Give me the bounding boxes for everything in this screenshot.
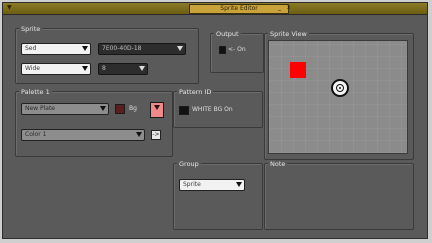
- pattern-swatch[interactable]: [179, 106, 189, 115]
- pattern-value: WHITE BG On: [192, 106, 233, 113]
- palette-select[interactable]: New Plate: [21, 103, 109, 115]
- crosshair-icon[interactable]: [331, 79, 349, 97]
- sprite-group-label: Sprite: [19, 25, 43, 33]
- palette-group: Palette 1: [15, 88, 173, 157]
- chevron-down-icon: [236, 182, 242, 187]
- note-group: Note: [264, 160, 414, 230]
- bg-color-label: Bg: [129, 105, 137, 112]
- output-value: <- On: [228, 46, 246, 53]
- sprite-mode-select[interactable]: Wide: [21, 63, 91, 75]
- sprite-size-select[interactable]: 8: [98, 63, 148, 75]
- color-slot-select[interactable]: Color 1: [21, 129, 145, 141]
- sprite-type-value: Sed: [25, 45, 37, 52]
- sprite-group: Sprite: [15, 25, 199, 84]
- group-group-label: Group: [177, 160, 201, 168]
- sprite-view-label: Sprite View: [268, 30, 309, 38]
- palette-select-value: New Plate: [25, 105, 55, 112]
- window-title: Sprite Editor: [189, 4, 289, 14]
- group-group: Group: [173, 160, 263, 230]
- dark-color-swatch[interactable]: [115, 104, 125, 114]
- pink-color-swatch[interactable]: [150, 102, 164, 118]
- sprite-red-block[interactable]: [290, 62, 306, 78]
- group-select-value: Sprite: [183, 181, 201, 188]
- output-group-label: Output: [214, 30, 241, 38]
- chevron-down-icon: [139, 66, 145, 71]
- chevron-down-icon: [100, 106, 106, 111]
- output-swatch[interactable]: [219, 46, 226, 54]
- chevron-down-icon: [177, 46, 183, 51]
- sprite-id-select[interactable]: 7E00-40D-18: [98, 43, 186, 55]
- close-button[interactable]: x: [287, 4, 291, 12]
- palette-group-label: Palette 1: [19, 88, 52, 96]
- preview-grid: [269, 41, 407, 153]
- sprite-editor-window: ▼ Sprite Editor _ x Sprite Sed 7E00-40D-…: [2, 2, 428, 239]
- color-slot-value: Color 1: [25, 131, 47, 138]
- apply-color-button[interactable]: ->: [151, 130, 161, 140]
- menu-icon[interactable]: ▼: [7, 4, 12, 12]
- group-select[interactable]: Sprite: [179, 179, 245, 191]
- chevron-down-icon: [136, 132, 142, 137]
- note-group-label: Note: [268, 160, 288, 168]
- sprite-type-select[interactable]: Sed: [21, 43, 91, 55]
- pattern-group-label: Pattern ID: [177, 88, 214, 96]
- sprite-size-value: 8: [102, 65, 106, 72]
- chevron-down-icon: [82, 66, 88, 71]
- minimize-button[interactable]: _: [278, 4, 281, 12]
- sprite-id-value: 7E00-40D-18: [102, 45, 142, 52]
- title-bar[interactable]: ▼ Sprite Editor _ x: [3, 3, 427, 15]
- sprite-preview-canvas[interactable]: [268, 40, 408, 154]
- chevron-down-icon: [82, 46, 88, 51]
- sprite-mode-value: Wide: [25, 65, 40, 72]
